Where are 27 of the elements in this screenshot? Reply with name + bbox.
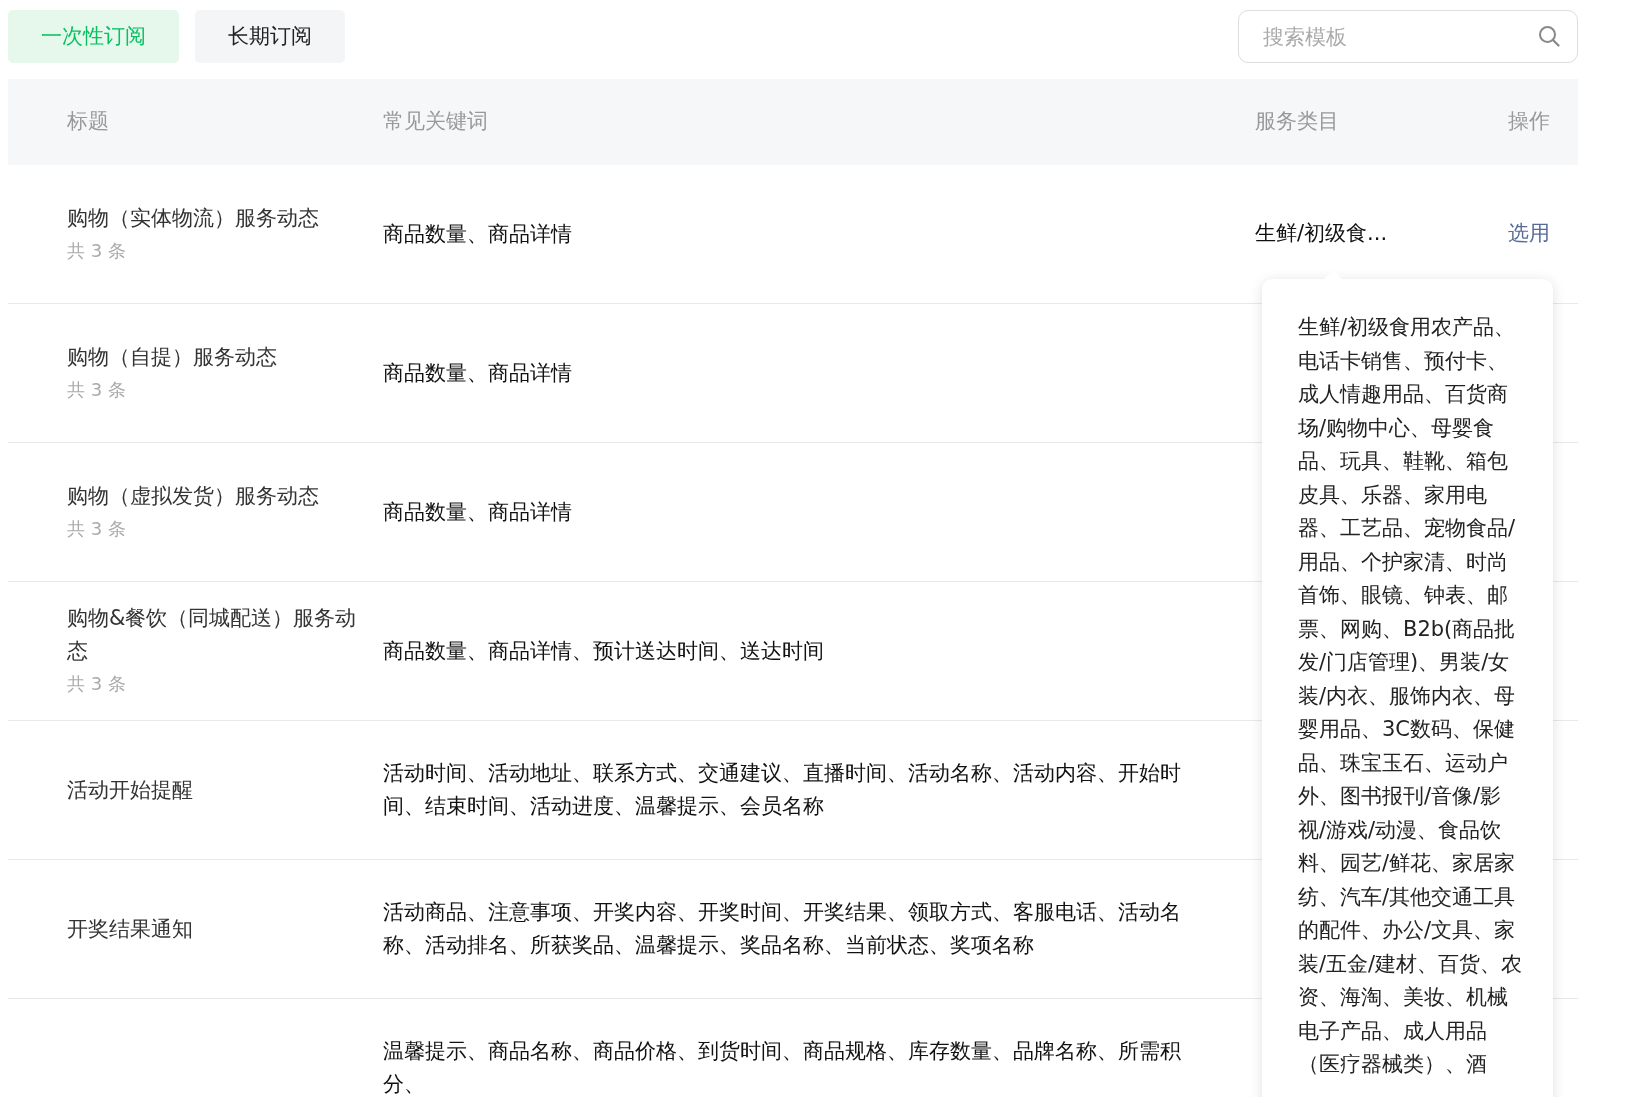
template-count: 共 3 条 (67, 672, 127, 696)
template-count: 共 3 条 (67, 238, 127, 263)
keywords-text: 商品数量、商品详情 (383, 498, 573, 526)
keywords-text: 商品数量、商品详情、预计送达时间、送达时间 (383, 637, 825, 665)
column-header: 操作 (1507, 108, 1550, 136)
select-link[interactable]: 选用 (1508, 218, 1550, 250)
keywords-text: 活动商品、注意事项、开奖内容、开奖时间、开奖结果、领取方式、客服电话、活动名称、活动排名、所获奖品、温馨提示、奖品名称、当前状态、奖项名称 (383, 899, 1182, 959)
keywords-text: 商品数量、商品详情 (383, 359, 573, 387)
keywords-text: 商品数量、商品详情 (383, 220, 573, 248)
template-title: 购物（虚拟发货）服务动态 (67, 482, 320, 510)
column-header: 标题 (67, 108, 110, 136)
keywords-text: 活动时间、活动地址、联系方式、交通建议、直播时间、活动名称、活动内容、开始时间、结束时间、活动进度、温馨提示、会员名称 (383, 760, 1182, 820)
search-icon[interactable] (1538, 25, 1560, 47)
template-title: 购物&餐饮（同城配送）服务动态 (67, 605, 358, 665)
column-header: 服务类目 (1255, 108, 1340, 136)
template-title: 开奖结果通知 (67, 915, 194, 943)
template-title: 购物（自提）服务动态 (67, 343, 278, 371)
template-title: 购物（实体物流）服务动态 (67, 204, 320, 232)
template-count: 共 3 条 (67, 516, 127, 541)
tab[interactable]: 长期订阅 (195, 10, 345, 63)
keywords-text: 温馨提示、商品名称、商品价格、到货时间、商品规格、库存数量、品牌名称、所需积分、 (383, 1038, 1182, 1097)
category-text[interactable]: 生鲜/初级食... (1255, 221, 1388, 246)
template-title: 活动开始提醒 (67, 776, 194, 804)
search-field[interactable]: 搜索模板 (1238, 10, 1578, 63)
tooltip-text: 生鲜/初级食用农产品、电话卡销售、预付卡、成人情趣用品、百货商场/购物中心、母婴食品、玩具、鞋靴、箱包皮具、乐器、家用电器、工艺品、宠物食品/用品、个护家清、时尚首饰、眼镜、钟表、邮票、网购、B2b(商品批发/门店管理)、男装/女装/内衣、服饰内衣、母婴用品、3C数码、保健品、珠宝玉石、运动户外、图书报刊/音像/影视/游戏/动漫、食品饮料、园艺/鲜花、家居家纺、汽车/其他交通工具的配件、办公/文具、家装/五金/建材、百货、农资、海淘、美妆、机械电子产品、成人用品（医疗器械类）、酒 (1298, 314, 1523, 1078)
template-count: 共 3 条 (67, 377, 127, 402)
column-header: 常见关键词 (383, 108, 489, 136)
